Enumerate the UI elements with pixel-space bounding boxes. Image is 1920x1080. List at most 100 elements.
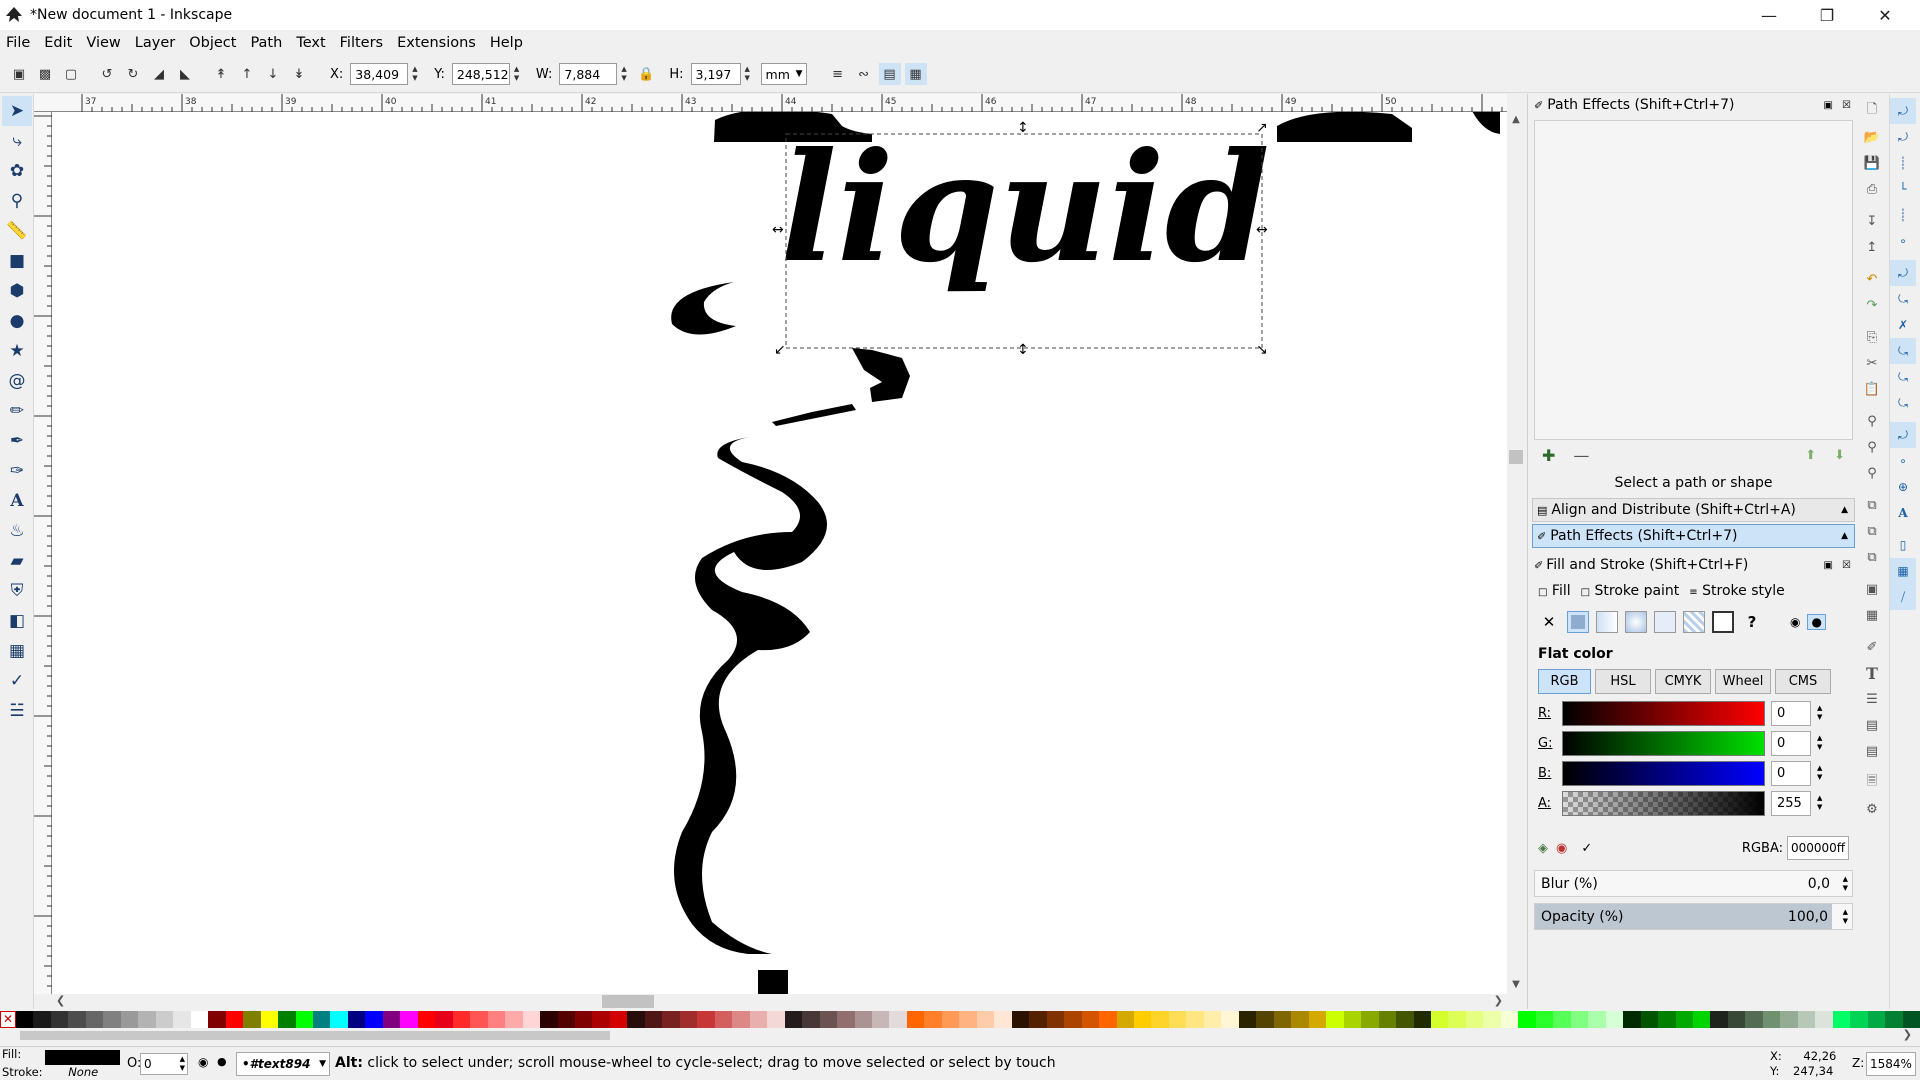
- palette-swatch[interactable]: [1465, 1011, 1484, 1028]
- selector-tool-icon[interactable]: ➤: [2, 96, 32, 126]
- horizontal-scrollbar[interactable]: ❮ ❯: [52, 994, 1507, 1009]
- raise-to-top-icon[interactable]: ↟: [210, 63, 232, 85]
- flip-vertical-icon[interactable]: ◣: [174, 63, 196, 85]
- snap-nodes-icon[interactable]: ⤾: [1890, 260, 1916, 286]
- fill-rule-nonzero-icon[interactable]: ●: [1807, 614, 1826, 630]
- new-document-icon[interactable]: 🗋: [1859, 98, 1885, 124]
- color-picker-icon[interactable]: ✓: [1581, 841, 1592, 856]
- palette-swatch[interactable]: [68, 1011, 86, 1028]
- channel-spin-icon[interactable]: ▲ ▼: [1817, 764, 1822, 782]
- duplicate-icon[interactable]: ⧉: [1859, 492, 1885, 518]
- y-field[interactable]: 248,512: [451, 63, 510, 85]
- palette-swatch[interactable]: [924, 1011, 942, 1028]
- snap-rotation-centers-icon[interactable]: ⊕: [1890, 474, 1916, 500]
- palette-swatch[interactable]: [16, 1011, 34, 1028]
- palette-swatch[interactable]: [1064, 1011, 1082, 1028]
- snap-intersections-icon[interactable]: ✗: [1890, 312, 1916, 338]
- ungroup-icon[interactable]: ▦: [1859, 602, 1885, 628]
- tab-fill[interactable]: □ Fill: [1538, 583, 1571, 599]
- copy-icon[interactable]: ⎘: [1859, 324, 1885, 350]
- lock-ratio-icon[interactable]: 🔒: [635, 63, 657, 85]
- no-color-swatch-icon[interactable]: ✕: [0, 1011, 16, 1028]
- palette-swatch[interactable]: [837, 1011, 855, 1028]
- palette-swatch[interactable]: [1291, 1011, 1309, 1028]
- move-patterns-icon[interactable]: ▦: [904, 63, 927, 85]
- palette-swatch[interactable]: [994, 1011, 1012, 1028]
- palette-swatch[interactable]: [1134, 1011, 1152, 1028]
- raise-icon[interactable]: ↑: [236, 63, 258, 85]
- palette-swatch[interactable]: [243, 1011, 261, 1028]
- snap-bbox-midpoint-icon[interactable]: ┊: [1890, 202, 1916, 228]
- paint-bucket-tool-icon[interactable]: ⛨: [2, 576, 32, 606]
- palette-swatch[interactable]: [1500, 1011, 1519, 1028]
- palette-swatch[interactable]: [1046, 1011, 1065, 1028]
- palette-swatch[interactable]: [1658, 1011, 1676, 1028]
- scroll-down-icon[interactable]: ▼: [1507, 979, 1525, 990]
- palette-swatch[interactable]: [1780, 1011, 1798, 1028]
- preferences-icon[interactable]: ⚙: [1859, 796, 1885, 822]
- palette-swatch[interactable]: [1361, 1011, 1379, 1028]
- h-spin-icon[interactable]: ▲ ▼: [745, 63, 755, 85]
- palette-swatch[interactable]: [522, 1011, 541, 1028]
- menu-extensions[interactable]: Extensions: [397, 35, 476, 51]
- path-effects-list[interactable]: [1534, 120, 1853, 440]
- w-field[interactable]: 7,884: [559, 63, 618, 85]
- palette-swatch[interactable]: [1727, 1011, 1746, 1028]
- palette-swatch[interactable]: [1186, 1011, 1204, 1028]
- palette-swatch[interactable]: [1902, 1011, 1920, 1028]
- radial-gradient-icon[interactable]: [1625, 611, 1647, 633]
- x-field[interactable]: 38,409: [350, 63, 409, 85]
- deselect-icon[interactable]: ▢: [60, 63, 82, 85]
- palette-swatch[interactable]: [889, 1011, 907, 1028]
- snap-others-icon[interactable]: ⤾: [1890, 422, 1916, 448]
- snap-paths-icon[interactable]: ⤿: [1890, 286, 1916, 312]
- palette-swatch[interactable]: [155, 1011, 174, 1028]
- palette-swatch[interactable]: [1099, 1011, 1117, 1028]
- handle-e-icon[interactable]: ↔: [1256, 222, 1268, 238]
- palette-swatch[interactable]: [347, 1011, 366, 1028]
- star-tool-icon[interactable]: ★: [2, 336, 32, 366]
- move-up-icon[interactable]: ⬆: [1805, 448, 1816, 463]
- eraser-tool-icon[interactable]: ▰: [2, 546, 32, 576]
- channel-value[interactable]: 0: [1771, 760, 1811, 786]
- unlink-clone-icon[interactable]: ⧉: [1859, 544, 1885, 570]
- palette-swatch[interactable]: [1588, 1011, 1606, 1028]
- linear-gradient-icon[interactable]: [1596, 611, 1618, 633]
- pencil-tool-icon[interactable]: ✏: [2, 396, 32, 426]
- zoom-field[interactable]: 1584%: [1866, 1052, 1916, 1076]
- palette-swatch[interactable]: [941, 1011, 960, 1028]
- palette-swatch[interactable]: [190, 1011, 209, 1028]
- handle-w-icon[interactable]: ↔: [772, 222, 784, 238]
- vertical-scrollbar[interactable]: ▲ ▼: [1507, 94, 1525, 994]
- palette-swatch[interactable]: [627, 1011, 645, 1028]
- palette-swatch[interactable]: [1815, 1011, 1833, 1028]
- snap-cusp-nodes-icon[interactable]: ⤿: [1890, 338, 1916, 364]
- palette-swatch[interactable]: [1378, 1011, 1397, 1028]
- palette-swatch[interactable]: [278, 1011, 296, 1028]
- minimize-button[interactable]: —: [1740, 0, 1798, 30]
- menu-object[interactable]: Object: [189, 35, 236, 51]
- document-properties-icon[interactable]: 🗏: [1859, 770, 1885, 796]
- text-dialog-icon[interactable]: T: [1859, 660, 1885, 686]
- pen-tool-icon[interactable]: ✒: [2, 426, 32, 456]
- rotate-ccw-icon[interactable]: ↺: [96, 63, 118, 85]
- palette-swatch[interactable]: [260, 1011, 279, 1028]
- clone-icon[interactable]: ⧉: [1859, 518, 1885, 544]
- x-spin-icon[interactable]: ▲ ▼: [412, 63, 422, 85]
- palette-swatch[interactable]: [1326, 1011, 1344, 1028]
- palette-swatch[interactable]: [1413, 1011, 1431, 1028]
- liquid-text[interactable]: liquid: [780, 120, 1270, 296]
- scroll-right-icon[interactable]: ❯: [1494, 994, 1503, 1007]
- palette-swatch[interactable]: [435, 1011, 453, 1028]
- channel-slider[interactable]: [1562, 760, 1765, 786]
- scale-stroke-icon[interactable]: ≡: [827, 63, 849, 85]
- cut-icon[interactable]: ✂: [1859, 350, 1885, 376]
- palette-swatch[interactable]: [295, 1011, 313, 1028]
- scroll-up-icon[interactable]: ▲: [1507, 94, 1525, 125]
- palette-swatch[interactable]: [609, 1011, 628, 1028]
- blur-spin-icon[interactable]: ▲ ▼: [1843, 875, 1848, 893]
- palette-swatch[interactable]: [819, 1011, 838, 1028]
- channel-value[interactable]: 0: [1771, 700, 1811, 726]
- palette-swatch[interactable]: [1623, 1011, 1641, 1028]
- swatch-icon[interactable]: [1712, 611, 1734, 633]
